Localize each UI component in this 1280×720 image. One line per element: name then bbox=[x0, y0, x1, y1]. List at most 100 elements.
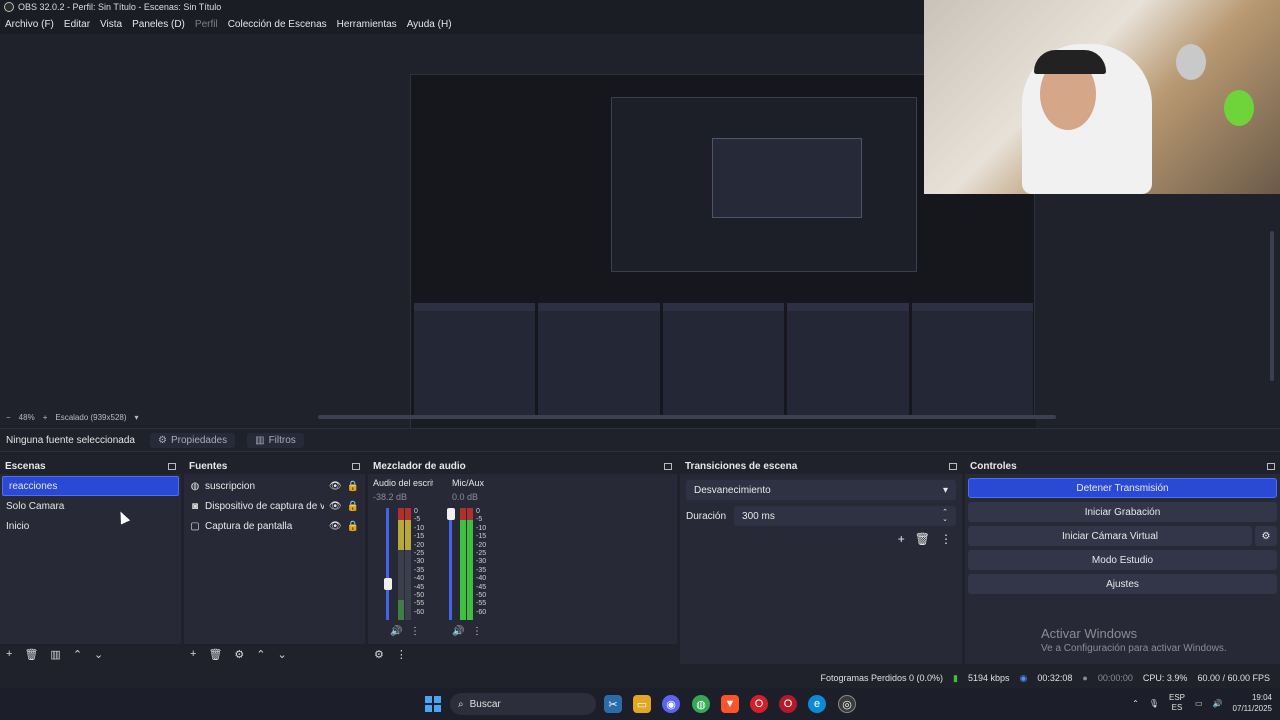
scene-filters-icon[interactable]: ▥ bbox=[50, 648, 60, 661]
menu-paneles[interactable]: Paneles (D) bbox=[132, 19, 185, 30]
db-tick-label: -40 bbox=[476, 575, 487, 583]
taskbar-search[interactable]: ⌕ Buscar bbox=[450, 693, 596, 715]
transition-menu-icon[interactable]: ⋮ bbox=[940, 532, 952, 546]
source-settings-icon[interactable]: ⚙ bbox=[234, 648, 244, 661]
mixer-title: Mezclador de audio bbox=[373, 460, 466, 472]
mic-db-scale: 0 -5 -10 -15 -20 -25 -30 -35 -40 -45 -50 -55 -60 bbox=[476, 508, 486, 617]
move-up-icon[interactable]: ⌃ bbox=[73, 648, 82, 661]
eye-icon[interactable]: 👁 bbox=[329, 501, 342, 512]
language-indicator[interactable]: ESP ES bbox=[1169, 693, 1185, 713]
scene-item-solo-camara[interactable]: Solo Camara bbox=[0, 496, 181, 516]
undock-icon[interactable] bbox=[949, 462, 957, 470]
remove-source-icon[interactable]: 🗑 bbox=[208, 648, 222, 661]
remove-transition-icon[interactable]: 🗑 bbox=[915, 532, 930, 546]
sources-dock: Fuentes ◍ suscripcion 👁 🔒 ◙ Dispositivo … bbox=[184, 458, 365, 664]
webcam-cap bbox=[1034, 50, 1106, 74]
clock[interactable]: 19:04 07/11/2025 bbox=[1233, 692, 1272, 714]
zoom-level: 48% bbox=[18, 412, 35, 422]
microphone-icon[interactable]: 🎙 bbox=[1149, 699, 1159, 708]
lock-icon[interactable]: 🔒 bbox=[347, 481, 359, 492]
preview-vertical-scrollbar[interactable] bbox=[1270, 231, 1274, 381]
undock-icon[interactable] bbox=[1267, 462, 1275, 470]
menu-coleccion[interactable]: Colección de Escenas bbox=[228, 19, 327, 30]
mic-volume-knob[interactable] bbox=[447, 508, 455, 520]
webcam-feed bbox=[924, 0, 1280, 194]
lock-icon[interactable]: 🔒 bbox=[347, 501, 359, 512]
virtual-camera-button[interactable]: Iniciar Cámara Virtual bbox=[968, 526, 1252, 546]
mic-menu-icon[interactable]: ⋮ bbox=[472, 626, 482, 637]
undock-icon[interactable] bbox=[168, 462, 176, 470]
channel-db: -38.2 dB bbox=[373, 492, 408, 502]
eye-icon[interactable]: 👁 bbox=[329, 521, 342, 532]
opera-gx-icon[interactable]: O bbox=[779, 695, 797, 713]
menu-herramientas[interactable]: Herramientas bbox=[337, 19, 397, 30]
opera-icon[interactable]: O bbox=[750, 695, 768, 713]
chrome-icon[interactable]: ◍ bbox=[692, 695, 710, 713]
settings-button[interactable]: Ajustes bbox=[968, 574, 1277, 594]
capcut-icon[interactable]: ✂ bbox=[604, 695, 622, 713]
file-explorer-icon[interactable]: ▭ bbox=[633, 695, 651, 713]
advanced-audio-icon[interactable]: ⚙ bbox=[374, 648, 384, 661]
duration-row: Duración 300 ms ⌃ ⌄ bbox=[680, 506, 962, 526]
source-item-screen[interactable]: ▢ Captura de pantalla 👁 🔒 bbox=[184, 516, 365, 536]
eye-icon[interactable]: 👁 bbox=[329, 481, 342, 492]
menu-vista[interactable]: Vista bbox=[100, 19, 122, 30]
zoom-bar: − 48% + Escalado (939x528) ▾ bbox=[0, 410, 300, 424]
transitions-header: Transiciones de escena bbox=[680, 458, 962, 474]
move-up-icon[interactable]: ⌃ bbox=[256, 648, 265, 661]
discord-icon[interactable]: ◉ bbox=[662, 695, 680, 713]
desktop-volume-icon[interactable]: 🔊 bbox=[390, 626, 402, 637]
start-recording-button[interactable]: Iniciar Grabación bbox=[968, 502, 1277, 522]
stop-stream-button[interactable]: Detener Transmisión bbox=[968, 478, 1277, 498]
db-tick-label: -35 bbox=[414, 566, 425, 574]
transition-select[interactable]: Desvanecimiento ▾ bbox=[686, 480, 956, 500]
menu-ayuda[interactable]: Ayuda (H) bbox=[407, 19, 452, 30]
duration-spinbox[interactable]: 300 ms ⌃ ⌄ bbox=[734, 506, 956, 526]
virtual-camera-settings-icon[interactable]: ⚙ bbox=[1255, 526, 1277, 546]
undock-icon[interactable] bbox=[352, 462, 360, 470]
source-item-suscripcion[interactable]: ◍ suscripcion 👁 🔒 bbox=[184, 476, 365, 496]
zoom-out-icon[interactable]: − bbox=[6, 413, 11, 422]
move-down-icon[interactable]: ⌄ bbox=[94, 648, 103, 661]
spin-arrows-icon[interactable]: ⌃ ⌄ bbox=[942, 509, 948, 523]
menu-perfil[interactable]: Perfil bbox=[195, 19, 218, 30]
sources-title: Fuentes bbox=[189, 460, 228, 472]
source-label: Dispositivo de captura de video bbox=[205, 500, 324, 512]
menu-editar[interactable]: Editar bbox=[64, 19, 90, 30]
scene-item-reacciones[interactable]: reacciones bbox=[2, 476, 179, 496]
add-scene-icon[interactable]: + bbox=[6, 648, 12, 660]
windows-start-icon[interactable] bbox=[425, 696, 441, 712]
undock-icon[interactable] bbox=[664, 462, 672, 470]
brave-icon[interactable]: ▼ bbox=[721, 695, 739, 713]
obs-taskbar-icon[interactable]: ◎ bbox=[838, 695, 856, 713]
desktop-level-meter-r bbox=[405, 508, 411, 620]
menu-archivo[interactable]: Archivo (F) bbox=[5, 19, 54, 30]
desktop-volume-knob[interactable] bbox=[384, 578, 392, 590]
volume-icon[interactable]: 🔊 bbox=[1213, 699, 1223, 708]
add-source-icon[interactable]: + bbox=[190, 648, 196, 660]
remove-scene-icon[interactable]: 🗑 bbox=[24, 648, 38, 661]
preview-nested-capture bbox=[611, 97, 917, 272]
edge-icon[interactable]: e bbox=[808, 695, 826, 713]
zoom-in-icon[interactable]: + bbox=[43, 413, 48, 422]
filters-button[interactable]: ▥ Filtros bbox=[247, 432, 304, 448]
mic-volume-icon[interactable]: 🔊 bbox=[452, 626, 464, 637]
source-item-camera[interactable]: ◙ Dispositivo de captura de video 👁 🔒 bbox=[184, 496, 365, 516]
scenes-footer: + 🗑 ▥ ⌃ ⌄ bbox=[0, 644, 181, 664]
scene-item-inicio[interactable]: Inicio bbox=[0, 516, 181, 536]
scaling-dropdown-icon[interactable]: ▾ bbox=[135, 413, 139, 422]
mixer-menu-icon[interactable]: ⋮ bbox=[396, 648, 407, 661]
preview-horizontal-scrollbar[interactable] bbox=[318, 415, 1056, 419]
add-transition-icon[interactable]: + bbox=[898, 532, 905, 546]
tray-chevron-up-icon[interactable]: ⌃ bbox=[1132, 699, 1139, 708]
transitions-title: Transiciones de escena bbox=[685, 460, 798, 472]
studio-mode-button[interactable]: Modo Estudio bbox=[968, 550, 1277, 570]
lock-icon[interactable]: 🔒 bbox=[347, 521, 359, 532]
mic-volume-slider[interactable] bbox=[449, 508, 452, 620]
network-icon[interactable]: ▭ bbox=[1195, 699, 1203, 708]
db-tick-label: -35 bbox=[476, 566, 487, 574]
desktop-menu-icon[interactable]: ⋮ bbox=[410, 626, 420, 637]
move-down-icon[interactable]: ⌄ bbox=[278, 648, 287, 661]
desktop-volume-slider[interactable] bbox=[386, 508, 389, 620]
properties-button[interactable]: ⚙ Propiedades bbox=[150, 432, 236, 448]
